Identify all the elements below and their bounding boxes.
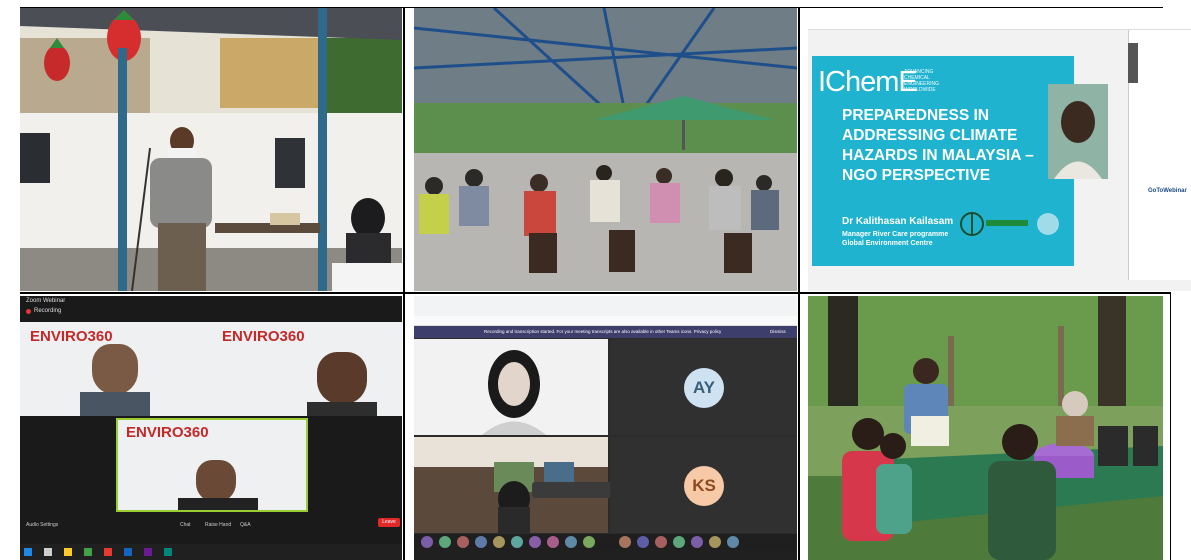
- zoom-window-title: Zoom Webinar: [26, 298, 66, 304]
- speaker-photo: [1048, 84, 1108, 179]
- photo-outdoor-speaker: [20, 8, 402, 291]
- dismiss-button[interactable]: Dismiss: [770, 329, 786, 334]
- partner-logos: [960, 212, 1059, 236]
- photo-pavilion-workshop: [414, 8, 797, 291]
- raise-hand-button[interactable]: Raise Hand: [205, 522, 231, 528]
- zoom-recording-label: Recording: [34, 308, 62, 314]
- video-cell-3: ENVIRO360: [116, 418, 308, 512]
- icheme-logo: IChemE: [818, 66, 918, 98]
- grid-vertical-2: [798, 7, 800, 560]
- video-cell-2: ENVIRO360: [212, 322, 402, 416]
- enviro-logo: ENVIRO360: [222, 328, 305, 345]
- taskbar-icons: [24, 548, 172, 556]
- pavilion-scene: [414, 8, 797, 291]
- slide-title: PREPAREDNESS IN ADDRESSING CLIMATE HAZAR…: [842, 107, 1034, 184]
- role-line-2: Global Environment Centre: [842, 240, 933, 247]
- grid-middle-line: [20, 292, 1171, 294]
- slide-speaker-role: Manager River Care programme Global Envi…: [842, 230, 948, 248]
- enviro-logo: ENVIRO360: [126, 424, 209, 441]
- leave-button[interactable]: Leave: [378, 518, 400, 527]
- windows-taskbar: [414, 550, 797, 560]
- participant-body-2: [307, 402, 377, 416]
- chat-button[interactable]: Chat: [180, 522, 191, 528]
- recording-dot: [26, 309, 31, 314]
- screenshot-zoom-webinar: Zoom Webinar Recording ENVIRO360 ENVIRO3…: [20, 296, 402, 560]
- speaker-scene: [20, 8, 402, 291]
- screenshot-webinar-slide: IChemE ADVANCING CHEMICAL ENGINEERING WO…: [808, 8, 1191, 291]
- role-line-1: Manager River Care programme: [842, 231, 949, 238]
- browser-topbar: [808, 8, 1191, 30]
- video-cell-1: ENVIRO360: [20, 322, 212, 416]
- recording-banner-text: Recording and transcription started. For…: [484, 329, 722, 334]
- reading-scene: [808, 296, 1163, 560]
- panel-brand: GoToWebinar: [1148, 188, 1187, 194]
- participant-head-3: [196, 460, 236, 502]
- grid-vertical-3: [1170, 292, 1171, 560]
- participant-body-1: [80, 392, 150, 416]
- avatar-ay: AY: [684, 368, 724, 408]
- icheme-logo-subtitle: ADVANCING CHEMICAL ENGINEERING WORLDWIDE: [904, 69, 940, 93]
- recording-banner: Recording and transcription started. For…: [414, 326, 797, 338]
- grid-vertical-1: [403, 7, 405, 560]
- bookmarks-bar: [414, 316, 797, 326]
- audio-settings-button[interactable]: Audio Settings: [26, 522, 58, 528]
- participant-head-2: [317, 352, 367, 404]
- photo-outdoor-reading: [808, 296, 1163, 560]
- avatar-ks: KS: [684, 466, 724, 506]
- panel-strip: [1128, 43, 1138, 83]
- q-and-a-button[interactable]: Q&A: [240, 522, 251, 528]
- participant-head-1: [92, 344, 138, 394]
- participant-bubbles: [421, 536, 739, 548]
- screenshot-teams-meeting: Recording and transcription started. For…: [414, 296, 797, 560]
- grid-top-border: [20, 7, 1163, 8]
- enviro-logo: ENVIRO360: [30, 328, 113, 345]
- browser-chrome: [414, 296, 797, 316]
- participant-body-3: [178, 498, 258, 510]
- slide-speaker-name: Dr Kalithasan Kailasam: [842, 216, 954, 227]
- participant-woman: [482, 350, 546, 435]
